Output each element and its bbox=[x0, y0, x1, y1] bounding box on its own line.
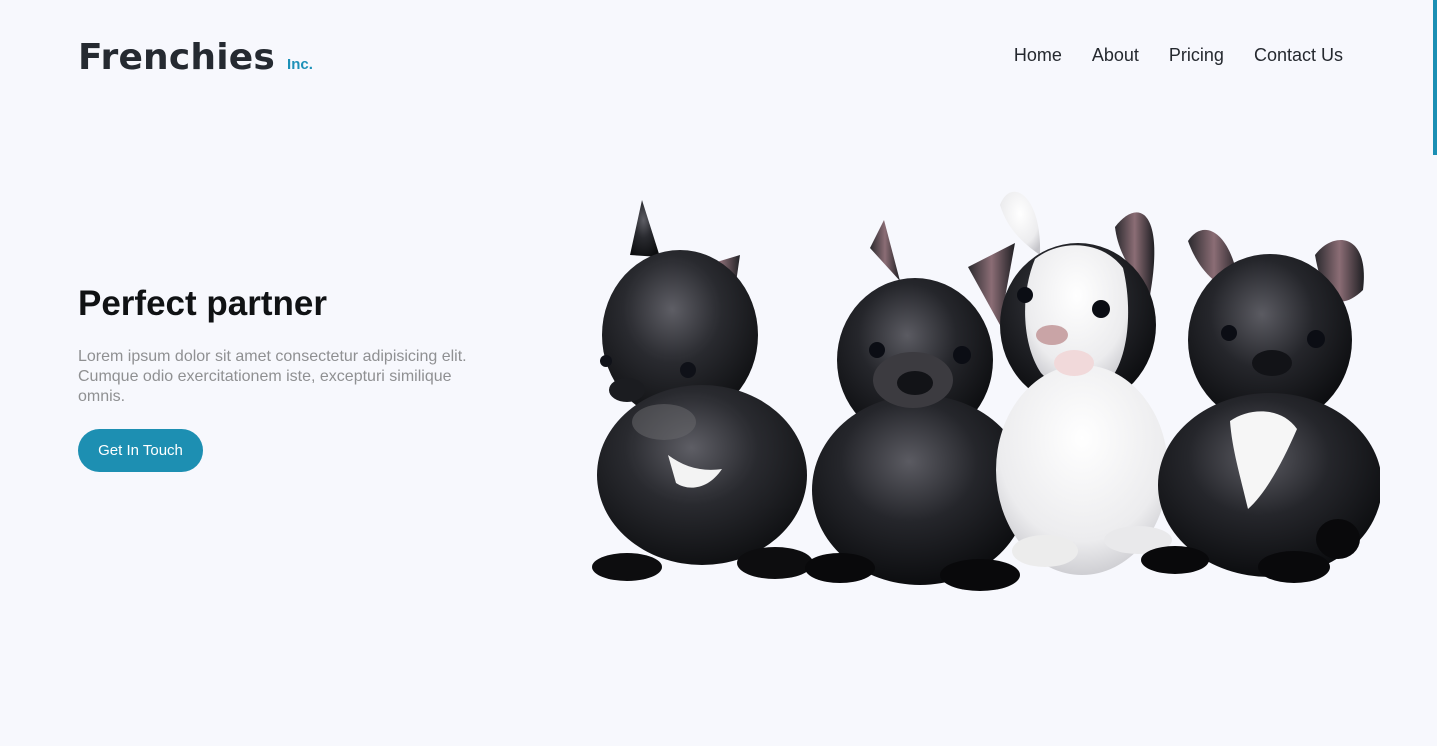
nav-about-link[interactable]: About bbox=[1092, 45, 1139, 65]
brand-suffix: Inc. bbox=[287, 56, 313, 73]
hero-copy: Perfect partner Lorem ipsum dolor sit am… bbox=[78, 283, 468, 472]
nav-pricing-link[interactable]: Pricing bbox=[1169, 45, 1224, 65]
landing-page: Frenchies Inc. Home About Pricing Contac… bbox=[0, 0, 1437, 746]
brand-name: Frenchies bbox=[78, 37, 276, 78]
nav-home-link[interactable]: Home bbox=[1014, 45, 1062, 65]
page-scroll-indicator[interactable] bbox=[1433, 0, 1437, 155]
puppy-three bbox=[996, 191, 1172, 575]
site-header: Frenchies Inc. Home About Pricing Contac… bbox=[78, 36, 1343, 80]
puppy-two bbox=[805, 220, 1028, 591]
get-in-touch-button[interactable]: Get In Touch bbox=[78, 429, 203, 472]
hero-description: Lorem ipsum dolor sit amet consectetur a… bbox=[78, 348, 467, 405]
puppy-four bbox=[1141, 229, 1380, 583]
puppy-one bbox=[592, 200, 813, 581]
main-navigation: Home About Pricing Contact Us bbox=[1014, 45, 1343, 65]
brand-logo[interactable]: Frenchies Inc. bbox=[78, 36, 313, 80]
hero-title: Perfect partner bbox=[78, 284, 327, 323]
french-bulldog-puppies-image bbox=[592, 191, 1380, 591]
nav-contact-link[interactable]: Contact Us bbox=[1254, 45, 1343, 65]
